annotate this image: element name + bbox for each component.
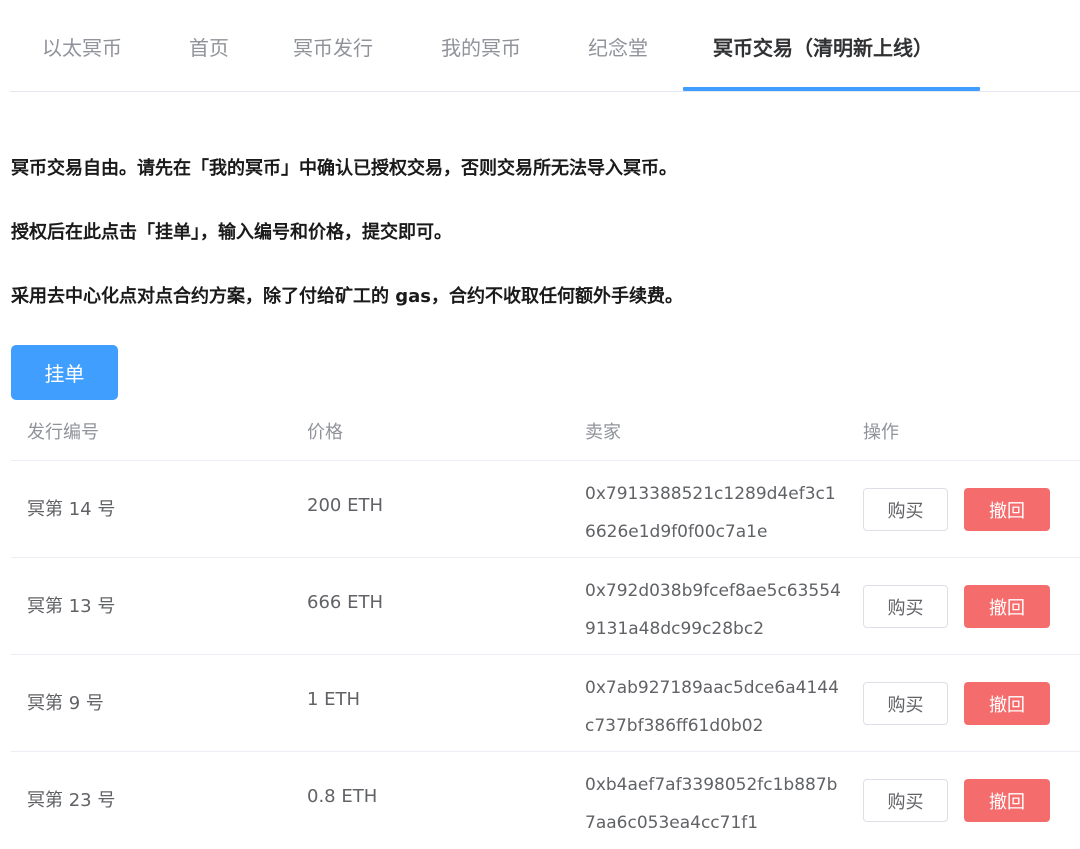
order-table: 发行编号 价格 卖家 操作 冥第 14 号 200 ETH 0x79133885… bbox=[11, 405, 1080, 849]
tab-memorial-hall[interactable]: 纪念堂 bbox=[588, 30, 648, 66]
header-actions: 操作 bbox=[863, 422, 899, 443]
revoke-button[interactable]: 撤回 bbox=[964, 779, 1050, 822]
table-header: 发行编号 价格 卖家 操作 bbox=[11, 405, 1080, 461]
row-seller: 0xb4aef7af3398052fc1b887b7aa6c053ea4cc71… bbox=[585, 775, 838, 833]
revoke-button[interactable]: 撤回 bbox=[964, 682, 1050, 725]
revoke-button[interactable]: 撤回 bbox=[964, 488, 1050, 531]
tab-trade[interactable]: 冥币交易（清明新上线） bbox=[713, 30, 933, 66]
list-order-button[interactable]: 挂单 bbox=[11, 345, 118, 400]
buy-button[interactable]: 购买 bbox=[863, 779, 948, 822]
buy-button[interactable]: 购买 bbox=[863, 585, 948, 628]
tab-issue[interactable]: 冥币发行 bbox=[293, 30, 373, 66]
table-row: 冥第 14 号 200 ETH 0x7913388521c1289d4ef3c1… bbox=[11, 461, 1080, 558]
table-row: 冥第 13 号 666 ETH 0x792d038b9fcef8ae5c6355… bbox=[11, 558, 1080, 655]
header-price: 价格 bbox=[307, 422, 343, 443]
tab-ether-coin[interactable]: 以太冥币 bbox=[42, 30, 122, 66]
row-price: 200 ETH bbox=[307, 495, 383, 516]
tab-my-coins[interactable]: 我的冥币 bbox=[441, 30, 521, 66]
active-tab-indicator bbox=[683, 87, 980, 91]
row-price: 1 ETH bbox=[307, 689, 361, 710]
header-seller: 卖家 bbox=[585, 422, 621, 443]
buy-button[interactable]: 购买 bbox=[863, 488, 948, 531]
tab-home[interactable]: 首页 bbox=[189, 30, 229, 66]
table-row: 冥第 23 号 0.8 ETH 0xb4aef7af3398052fc1b887… bbox=[11, 752, 1080, 849]
row-id: 冥第 9 号 bbox=[27, 693, 104, 714]
buy-button[interactable]: 购买 bbox=[863, 682, 948, 725]
row-id: 冥第 23 号 bbox=[27, 790, 116, 811]
row-price: 666 ETH bbox=[307, 592, 383, 613]
notice-line-1: 冥币交易自由。请先在「我的冥币」中确认已授权交易，否则交易所无法导入冥币。 bbox=[11, 158, 677, 179]
table-row: 冥第 9 号 1 ETH 0x7ab927189aac5dce6a4144c73… bbox=[11, 655, 1080, 752]
row-seller: 0x7ab927189aac5dce6a4144c737bf386ff61d0b… bbox=[585, 678, 839, 736]
row-seller: 0x792d038b9fcef8ae5c635549131a48dc99c28b… bbox=[585, 581, 841, 639]
top-nav: 以太冥币 首页 冥币发行 我的冥币 纪念堂 冥币交易（清明新上线） bbox=[10, 0, 1080, 92]
header-id: 发行编号 bbox=[27, 422, 99, 443]
row-id: 冥第 14 号 bbox=[27, 499, 116, 520]
notice-line-2: 授权后在此点击「挂单」，输入编号和价格，提交即可。 bbox=[11, 222, 452, 243]
revoke-button[interactable]: 撤回 bbox=[964, 585, 1050, 628]
row-price: 0.8 ETH bbox=[307, 786, 378, 807]
notice-line-3: 采用去中心化点对点合约方案，除了付给矿工的 gas，合约不收取任何额外手续费。 bbox=[11, 286, 684, 307]
row-id: 冥第 13 号 bbox=[27, 596, 116, 617]
row-seller: 0x7913388521c1289d4ef3c16626e1d9f0f00c7a… bbox=[585, 484, 836, 542]
